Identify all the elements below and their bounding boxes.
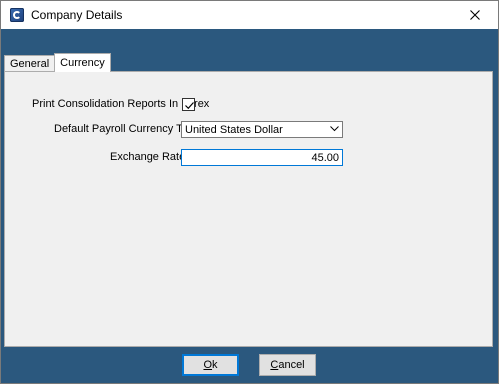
- exchange-rate-label: Exchange Rate:: [110, 151, 189, 163]
- header-band: [1, 29, 498, 49]
- dialog-content: General Currency Print Consolidation Rep…: [1, 49, 498, 349]
- close-icon: [470, 10, 480, 20]
- window-title: Company Details: [31, 8, 123, 22]
- button-bar: Ok Cancel: [1, 349, 498, 383]
- print-consolidation-checkbox[interactable]: [182, 98, 195, 111]
- check-icon: [185, 102, 194, 110]
- close-button[interactable]: [452, 1, 498, 29]
- company-details-dialog: Company Details General Currency Print C…: [0, 0, 499, 384]
- exchange-rate-input[interactable]: 45.00: [181, 149, 343, 166]
- currency-tab-panel: Print Consolidation Reports In Forex Def…: [4, 71, 493, 347]
- cancel-label: ancel: [278, 359, 305, 371]
- payroll-currency-value: United States Dollar: [185, 124, 283, 136]
- title-bar: Company Details: [1, 1, 498, 29]
- payroll-currency-select[interactable]: United States Dollar: [181, 121, 343, 138]
- ok-mnemonic: O: [203, 359, 213, 371]
- app-icon: [10, 8, 24, 22]
- tab-currency[interactable]: Currency: [54, 53, 111, 72]
- exchange-rate-value: 45.00: [311, 152, 339, 164]
- chevron-down-icon: [330, 126, 339, 132]
- cancel-button[interactable]: Cancel: [259, 354, 316, 376]
- ok-button[interactable]: Ok: [182, 354, 239, 376]
- tab-strip: General Currency: [4, 53, 111, 72]
- tab-general[interactable]: General: [4, 55, 56, 72]
- ok-label: k: [212, 359, 218, 371]
